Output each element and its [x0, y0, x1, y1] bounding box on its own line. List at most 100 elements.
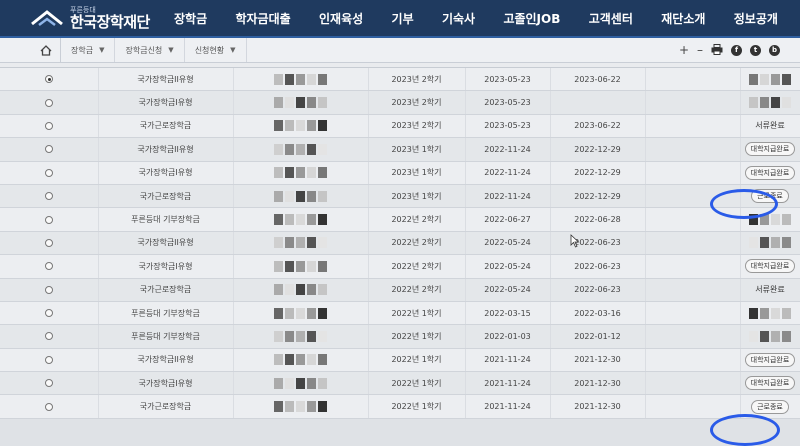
semester: 2022년 2학기 — [368, 254, 466, 279]
menu-customer-center[interactable]: 고객센터 — [585, 10, 637, 27]
semester: 2023년 2학기 — [368, 114, 466, 139]
table-row[interactable]: 국가장학금II유형 2022년 1학기 2021-11-24 2021-12-3… — [0, 348, 800, 373]
twitter-icon[interactable]: t — [750, 44, 761, 56]
table-row[interactable]: 국가장학금I유형 2022년 2학기 2022-05-24 2022-06-23… — [0, 254, 800, 279]
row-radio[interactable] — [44, 238, 53, 247]
print-icon[interactable] — [711, 43, 723, 57]
row-radio[interactable] — [44, 285, 53, 294]
chevron-down-icon: ▼ — [230, 46, 236, 54]
row-radio[interactable] — [44, 379, 53, 388]
semester: 2023년 2학기 — [368, 90, 466, 115]
row-radio[interactable] — [44, 121, 53, 130]
row-radio[interactable] — [44, 215, 53, 224]
table-row[interactable]: 국가장학금I유형 2022년 1학기 2021-11-24 2021-12-30… — [0, 371, 800, 396]
menu-student-loan[interactable]: 학자금대출 — [231, 10, 294, 27]
zoom-out-icon[interactable]: – — [697, 44, 703, 56]
table-row[interactable]: 국가장학금I유형 2023년 1학기 2022-11-24 2022-12-29… — [0, 161, 800, 185]
scholarship-name: 국가장학금I유형 — [98, 161, 234, 185]
select-cell — [0, 324, 99, 349]
table-row[interactable]: 국가장학금I유형 2023년 2학기 2023-05-23 — [0, 90, 800, 115]
status-badge: 근로종료 — [751, 189, 789, 204]
table-row[interactable]: 국가근로장학금 2023년 1학기 2022-11-24 2022-12-29 … — [0, 184, 800, 209]
start-date: 2021-11-24 — [465, 394, 551, 419]
redacted-block — [274, 214, 327, 226]
zoom-in-icon[interactable]: + — [679, 44, 689, 56]
row-radio[interactable] — [44, 192, 53, 201]
table-row[interactable]: 국가장학금II유형 2023년 1학기 2022-11-24 2022-12-2… — [0, 137, 800, 162]
row-radio[interactable] — [44, 75, 53, 84]
menu-job[interactable]: 고졸인JOB — [499, 10, 564, 27]
blurred-info — [233, 254, 369, 279]
table-row[interactable]: 국가장학금II유형 2022년 2학기 2022-05-24 2022-06-2… — [0, 231, 800, 256]
home-icon[interactable] — [32, 38, 61, 62]
menu-disclosure[interactable]: 정보공개 — [730, 10, 782, 27]
row-radio[interactable] — [44, 145, 53, 154]
blog-icon[interactable]: b — [769, 44, 780, 56]
table-row[interactable]: 국가근로장학금 2022년 1학기 2021-11-24 2021-12-30 … — [0, 394, 800, 419]
blurred-info — [233, 371, 369, 396]
logo-icon — [30, 8, 64, 28]
status-cell — [740, 90, 800, 115]
table-row[interactable]: 푸른등대 기부장학금 2022년 1학기 2022-03-15 2022-03-… — [0, 301, 800, 326]
chevron-down-icon: ▼ — [99, 46, 105, 54]
menu-scholarship[interactable]: 장학금 — [170, 10, 211, 27]
menu-talent[interactable]: 인재육성 — [315, 10, 367, 27]
status-badge: 근로종료 — [751, 399, 789, 414]
start-date: 2023-05-23 — [465, 114, 551, 139]
empty-cell — [645, 254, 741, 279]
table-row[interactable]: 국가근로장학금 2022년 2학기 2022-05-24 2022-06-23 … — [0, 278, 800, 302]
end-date — [550, 90, 646, 115]
redacted-block — [274, 284, 327, 296]
start-date: 2023-05-23 — [465, 68, 551, 92]
end-date: 2022-12-29 — [550, 184, 646, 209]
chevron-down-icon: ▼ — [168, 46, 174, 54]
blurred-status — [749, 237, 791, 249]
menu-donation[interactable]: 기부 — [388, 10, 418, 27]
logo[interactable]: 푸른등대 한국장학재단 — [0, 6, 170, 30]
breadcrumb-scholarship[interactable]: 장학금 ▼ — [61, 38, 116, 62]
end-date: 2022-06-23 — [550, 231, 646, 256]
row-radio[interactable] — [44, 402, 53, 411]
row-radio[interactable] — [44, 262, 53, 271]
row-radio[interactable] — [44, 98, 53, 107]
menu-dormitory[interactable]: 기숙사 — [438, 10, 479, 27]
start-date: 2022-11-24 — [465, 161, 551, 185]
semester: 2023년 1학기 — [368, 161, 466, 185]
row-radio[interactable] — [44, 309, 53, 318]
empty-cell — [645, 114, 741, 139]
redacted-block — [274, 190, 327, 202]
blurred-info — [233, 278, 369, 302]
blurred-info — [233, 348, 369, 373]
menu-about[interactable]: 재단소개 — [657, 10, 709, 27]
empty-cell — [645, 324, 741, 349]
breadcrumb-application[interactable]: 장학금신청 ▼ — [115, 38, 185, 62]
facebook-icon[interactable]: f — [731, 44, 742, 56]
empty-cell — [645, 137, 741, 162]
select-cell — [0, 207, 99, 232]
scholarship-name: 국가장학금II유형 — [98, 231, 234, 256]
status-cell: 근로종료 — [740, 184, 800, 209]
status-badge: 대학지급완료 — [744, 142, 796, 157]
row-radio[interactable] — [44, 355, 53, 364]
start-date: 2022-05-24 — [465, 278, 551, 302]
start-date: 2022-01-03 — [465, 324, 551, 349]
select-cell — [0, 371, 99, 396]
table-row[interactable]: 푸른등대 기부장학금 2022년 2학기 2022-06-27 2022-06-… — [0, 207, 800, 232]
row-radio[interactable] — [44, 332, 53, 341]
scholarship-name: 국가근로장학금 — [98, 278, 234, 302]
row-radio[interactable] — [44, 168, 53, 177]
scholarship-name: 국가장학금I유형 — [98, 90, 234, 115]
start-date: 2022-03-15 — [465, 301, 551, 326]
breadcrumb-status[interactable]: 신청현황 ▼ — [185, 38, 247, 62]
blurred-status — [749, 97, 791, 109]
scholarship-name: 푸른등대 기부장학금 — [98, 301, 234, 326]
semester: 2022년 2학기 — [368, 278, 466, 302]
table-row[interactable]: 국가장학금II유형 2023년 2학기 2023-05-23 2023-06-2… — [0, 68, 800, 92]
scholarship-name: 국가장학금II유형 — [98, 348, 234, 373]
status-text: 서류완료 — [755, 285, 785, 295]
scholarship-name: 국가장학금II유형 — [98, 137, 234, 162]
end-date: 2022-01-12 — [550, 324, 646, 349]
table-row[interactable]: 국가근로장학금 2023년 2학기 2023-05-23 2023-06-22 … — [0, 114, 800, 139]
redacted-block — [274, 354, 327, 366]
table-row[interactable]: 푸른등대 기부장학금 2022년 1학기 2022-01-03 2022-01-… — [0, 324, 800, 349]
